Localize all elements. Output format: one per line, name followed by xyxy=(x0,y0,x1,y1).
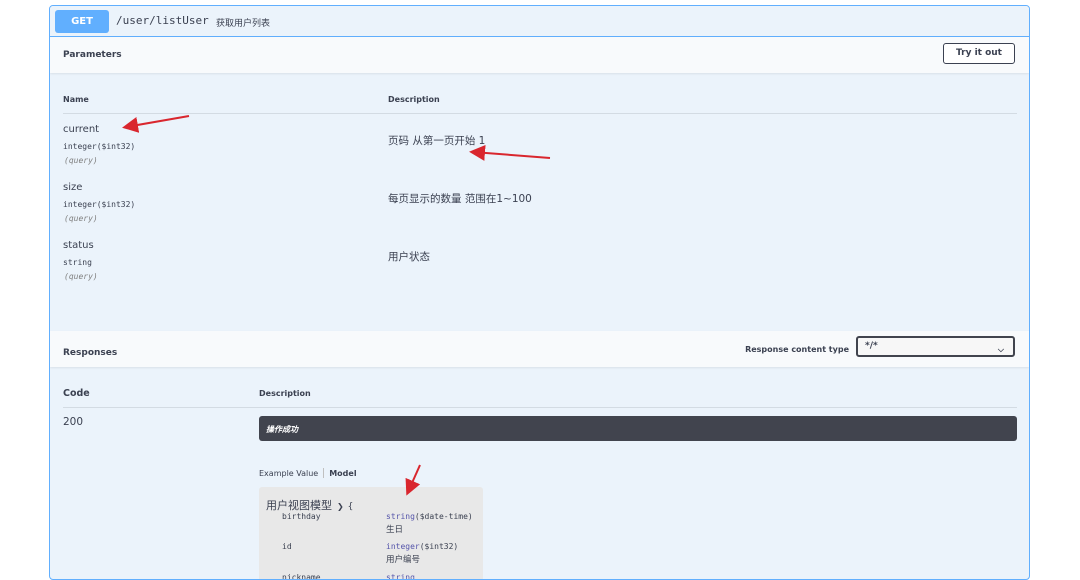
model-prop-name: id xyxy=(282,542,292,551)
response-code: 200 xyxy=(63,416,84,428)
select-value: */* xyxy=(865,341,878,351)
model-prop-type: integer($int32) xyxy=(386,542,459,551)
response-description-box: 操作成功 xyxy=(259,416,1017,441)
chevron-down-icon: ⌵ xyxy=(997,345,1004,354)
param-description: 用户状态 xyxy=(388,251,430,263)
param-location: (query) xyxy=(64,272,98,281)
operation-summary-text: 获取用户列表 xyxy=(216,19,271,29)
responses-header: Responses Response content type */* ⌵ xyxy=(50,331,1029,367)
param-description: 页码 从第一页开始 1 xyxy=(388,135,486,147)
model-prop-type: string($date-time) xyxy=(386,512,473,521)
model-brace: { xyxy=(347,502,354,512)
param-name: size xyxy=(63,182,83,193)
model-prop-name: birthday xyxy=(282,512,321,521)
param-type: integer($int32) xyxy=(63,200,136,209)
param-col-name: Name xyxy=(63,95,89,104)
response-content-type-label: Response content type xyxy=(745,345,849,354)
param-header-divider xyxy=(63,113,1017,114)
model-prop-description: 生日 xyxy=(386,525,404,535)
model-box: 用户视图模型 ❯{ birthday string($date-time) 生日 … xyxy=(259,487,483,580)
chevron-down-icon[interactable]: ❯ xyxy=(337,502,344,511)
response-content-type-select[interactable]: */* ⌵ xyxy=(856,336,1015,357)
operation-block: GET /user/listUser 获取用户列表 Parameters Try… xyxy=(49,5,1030,580)
model-prop-type: string xyxy=(386,573,415,580)
tab-model[interactable]: Model xyxy=(329,469,356,478)
param-location: (query) xyxy=(64,156,98,165)
param-description: 每页显示的数量 范围在1~100 xyxy=(388,193,532,205)
responses-title: Responses xyxy=(63,348,118,358)
response-header-divider xyxy=(63,407,1017,408)
operation-path: /user/listUser xyxy=(116,14,209,27)
param-type: string xyxy=(63,258,92,267)
param-name: current xyxy=(63,124,100,135)
param-location: (query) xyxy=(64,214,98,223)
try-it-out-button[interactable]: Try it out xyxy=(943,43,1015,64)
param-name: status xyxy=(63,240,94,251)
model-prop-name: nickname xyxy=(282,573,321,580)
parameters-title: Parameters xyxy=(63,50,122,60)
response-col-description: Description xyxy=(259,389,311,398)
tab-separator xyxy=(323,468,325,478)
response-description: 操作成功 xyxy=(266,425,298,434)
response-col-code: Code xyxy=(63,388,90,399)
param-type: integer($int32) xyxy=(63,142,136,151)
model-title[interactable]: 用户视图模型 ❯{ xyxy=(266,497,353,513)
operation-summary[interactable]: GET /user/listUser 获取用户列表 xyxy=(50,6,1029,37)
model-prop-description: 用户编号 xyxy=(386,555,421,565)
method-badge: GET xyxy=(55,10,109,33)
example-model-tabs: Example Value Model xyxy=(259,468,357,478)
param-col-description: Description xyxy=(388,95,440,104)
parameters-header: Parameters Try it out xyxy=(50,37,1029,73)
tab-example-value[interactable]: Example Value xyxy=(259,469,318,478)
